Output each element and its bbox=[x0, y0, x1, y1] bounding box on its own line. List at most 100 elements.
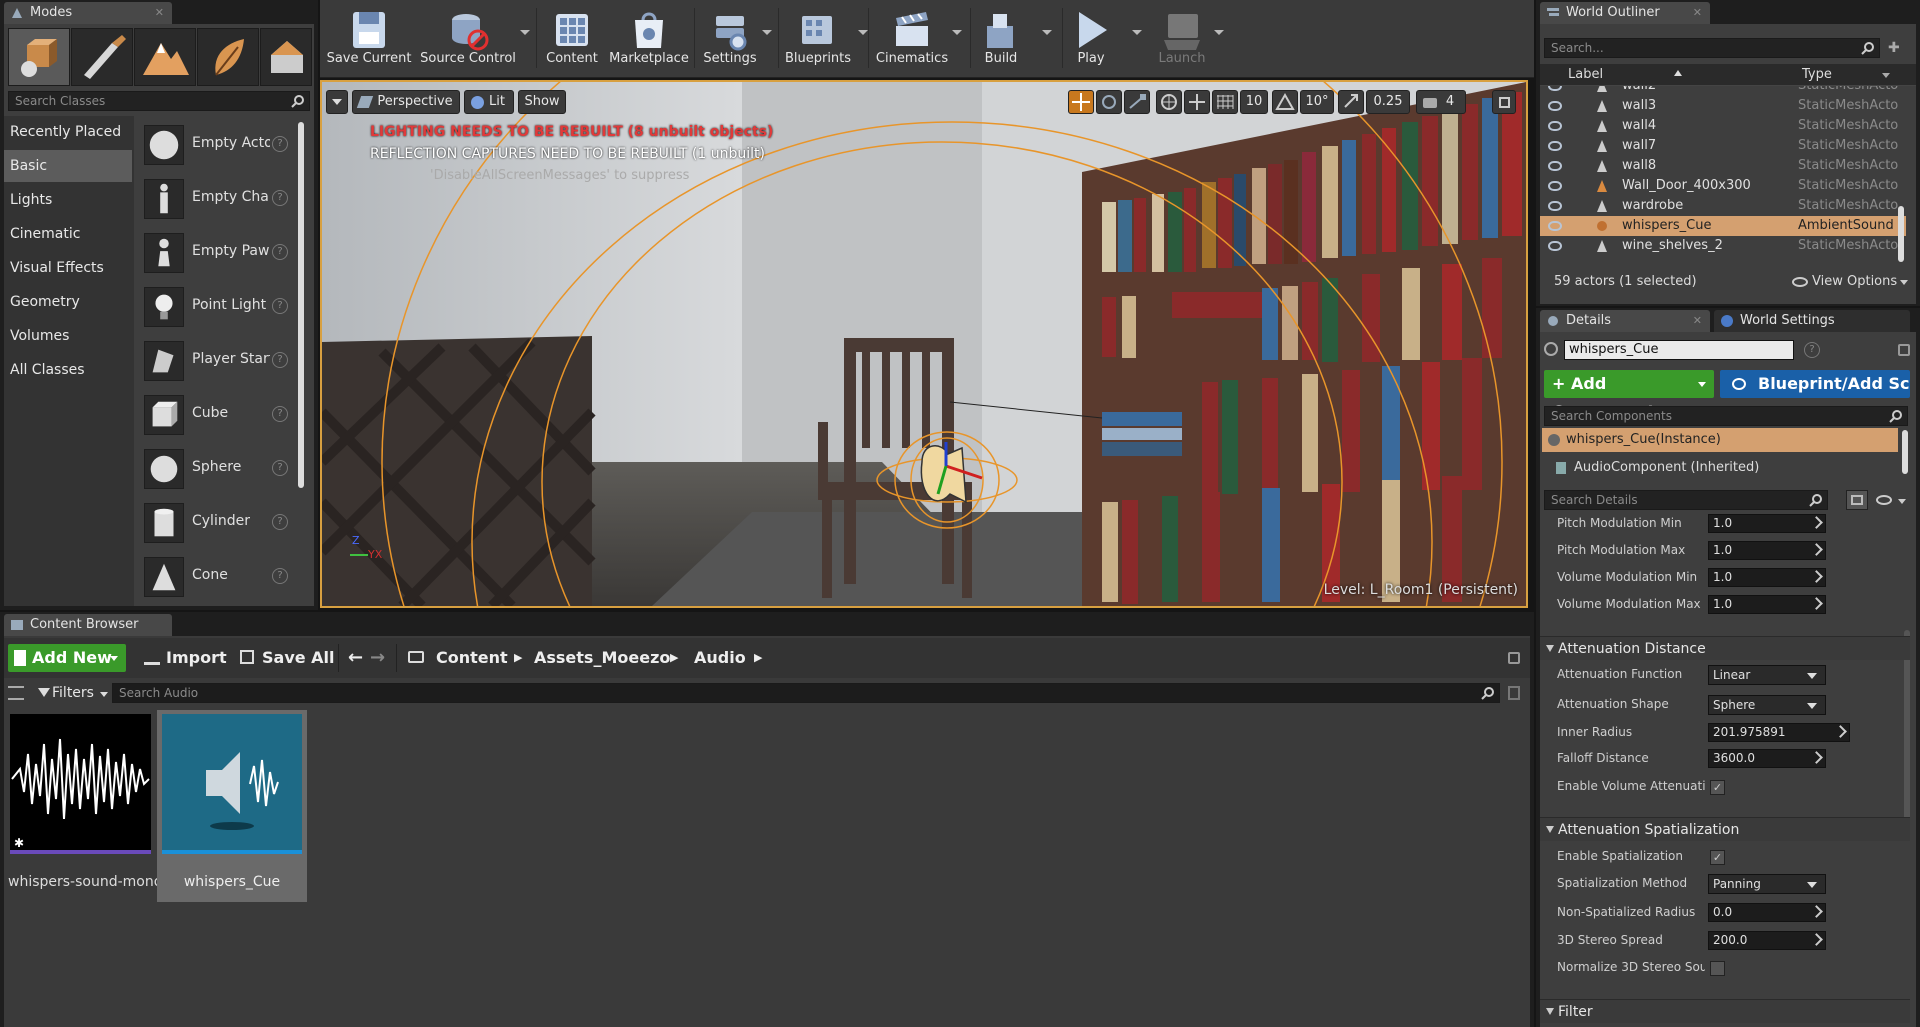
place-item-cylinder[interactable]: Cylinder? bbox=[140, 498, 290, 548]
modes-tab[interactable]: Modes ✕ bbox=[4, 2, 172, 24]
blueprints-button[interactable]: Blueprints bbox=[782, 0, 868, 74]
launch-button[interactable]: Launch bbox=[1150, 0, 1224, 74]
view-options-button[interactable]: View Options bbox=[1790, 274, 1908, 289]
drag-arrow-icon[interactable] bbox=[1810, 597, 1823, 610]
search-classes-input[interactable]: Search Classes bbox=[8, 91, 310, 111]
back-arrow-icon[interactable]: ← bbox=[348, 643, 363, 673]
rotate-tool-button[interactable] bbox=[1096, 90, 1122, 114]
camera-speed-button[interactable]: 4 bbox=[1416, 90, 1466, 114]
outliner-row[interactable]: wardrobe StaticMeshActor bbox=[1540, 196, 1906, 216]
dropdown-arrow-icon[interactable] bbox=[952, 30, 962, 35]
drag-arrow-icon[interactable] bbox=[1810, 516, 1823, 529]
property-matrix-button[interactable] bbox=[1846, 490, 1868, 510]
falloff-distance-field[interactable]: 3600.0 bbox=[1708, 749, 1826, 768]
attenuation-function-dropdown[interactable]: Linear bbox=[1708, 665, 1826, 685]
category-lights[interactable]: Lights bbox=[4, 184, 132, 216]
eye-icon[interactable] bbox=[1548, 181, 1562, 191]
help-icon[interactable]: ? bbox=[272, 298, 288, 314]
scale-tool-button[interactable] bbox=[1124, 90, 1150, 114]
category-cinematic[interactable]: Cinematic bbox=[4, 218, 132, 250]
category-recently-placed[interactable]: Recently Placed bbox=[4, 116, 132, 148]
dropdown-arrow-icon[interactable] bbox=[1042, 30, 1052, 35]
add-component-button[interactable]: + Add Component bbox=[1544, 370, 1714, 421]
asset-tile-whispers-sound-mono[interactable]: ✱ whispers-sound-mono bbox=[8, 712, 162, 902]
viewport-options-button[interactable] bbox=[326, 90, 348, 114]
attenuation-spatialization-section[interactable]: Attenuation Spatialization bbox=[1540, 817, 1910, 841]
spatialization-method-dropdown[interactable]: Panning bbox=[1708, 874, 1826, 894]
help-icon[interactable]: ? bbox=[272, 514, 288, 530]
volume-modulation-max-field[interactable]: 1.0 bbox=[1708, 595, 1826, 614]
search-components-input[interactable]: Search Components bbox=[1544, 406, 1908, 426]
help-icon[interactable]: ? bbox=[272, 352, 288, 368]
attenuation-shape-dropdown[interactable]: Sphere bbox=[1708, 695, 1826, 715]
help-icon[interactable]: ? bbox=[1804, 342, 1820, 358]
outliner-row[interactable]: wall7 StaticMeshActor bbox=[1540, 136, 1906, 156]
add-new-button[interactable]: Add New bbox=[8, 644, 126, 672]
enable-spatialization-checkbox[interactable]: ✓ bbox=[1710, 850, 1725, 865]
mode-geometry-button[interactable] bbox=[260, 28, 312, 86]
dropdown-arrow-icon[interactable] bbox=[762, 30, 772, 35]
place-item-cube[interactable]: Cube? bbox=[140, 390, 290, 440]
lit-button[interactable]: Lit bbox=[464, 90, 514, 114]
sources-toggle-icon[interactable] bbox=[8, 686, 24, 700]
stereo-spread-field[interactable]: 200.0 bbox=[1708, 931, 1826, 950]
help-icon[interactable]: ? bbox=[272, 190, 288, 206]
mode-paint-button[interactable] bbox=[71, 28, 133, 86]
place-item-empty-character[interactable]: Empty Character? bbox=[140, 174, 290, 224]
help-icon[interactable]: ? bbox=[272, 406, 288, 422]
breadcrumb-assets[interactable]: Assets_Moeezo bbox=[534, 643, 670, 673]
content-button[interactable]: Content bbox=[540, 0, 604, 74]
build-button[interactable]: Build bbox=[974, 0, 1052, 74]
outliner-row[interactable]: wall3 StaticMeshActor bbox=[1540, 96, 1906, 116]
lock-icon[interactable] bbox=[1898, 344, 1910, 356]
place-item-point-light[interactable]: Point Light? bbox=[140, 282, 290, 332]
dropdown-arrow-icon[interactable] bbox=[858, 30, 868, 35]
outliner-scrollbar[interactable] bbox=[1898, 206, 1904, 262]
place-item-empty-pawn[interactable]: Empty Pawn? bbox=[140, 228, 290, 278]
dropdown-arrow-icon[interactable] bbox=[1214, 30, 1224, 35]
component-row-selected[interactable]: whispers_Cue(Instance) bbox=[1542, 428, 1898, 452]
grid-snap-button[interactable] bbox=[1212, 90, 1238, 114]
drag-arrow-icon[interactable] bbox=[1810, 933, 1823, 946]
save-current-button[interactable]: Save Current bbox=[324, 0, 414, 74]
lock-icon[interactable] bbox=[1508, 652, 1520, 664]
eye-icon[interactable] bbox=[1548, 86, 1562, 91]
eye-icon[interactable] bbox=[1548, 221, 1562, 231]
attenuation-distance-section[interactable]: Attenuation Distance bbox=[1540, 636, 1910, 660]
search-details-input[interactable]: Search Details bbox=[1544, 490, 1828, 510]
cinematics-button[interactable]: Cinematics bbox=[872, 0, 962, 74]
eye-icon[interactable] bbox=[1548, 101, 1562, 111]
drag-arrow-icon[interactable] bbox=[1810, 905, 1823, 918]
outliner-row[interactable]: wall4 StaticMeshActor bbox=[1540, 116, 1906, 136]
asset-tile-whispers-cue[interactable]: whispers_Cue bbox=[157, 710, 307, 902]
actor-name-input[interactable]: whispers_Cue bbox=[1564, 340, 1794, 360]
source-control-button[interactable]: Source Control bbox=[418, 0, 530, 74]
outliner-search-input[interactable]: Search... bbox=[1544, 38, 1880, 58]
outliner-row[interactable]: Wall_Door_400x300 StaticMeshActor bbox=[1540, 176, 1906, 196]
filter-section[interactable]: Filter bbox=[1540, 999, 1910, 1023]
drag-arrow-icon[interactable] bbox=[1810, 570, 1823, 583]
scale-snap-button[interactable] bbox=[1338, 90, 1364, 114]
category-visual-effects[interactable]: Visual Effects bbox=[4, 252, 132, 284]
visibility-filter-button[interactable] bbox=[1874, 492, 1908, 510]
sort-arrow-icon[interactable] bbox=[1674, 70, 1682, 76]
outliner-row[interactable]: wine_shelves_2 StaticMeshActor bbox=[1540, 236, 1906, 256]
eye-icon[interactable] bbox=[1548, 141, 1562, 151]
close-icon[interactable]: ✕ bbox=[1693, 310, 1702, 332]
chevron-down-icon[interactable] bbox=[1882, 73, 1890, 78]
category-volumes[interactable]: Volumes bbox=[4, 320, 132, 352]
dropdown-arrow-icon[interactable] bbox=[520, 30, 530, 35]
perspective-button[interactable]: Perspective bbox=[352, 90, 460, 114]
components-scrollbar[interactable] bbox=[1902, 430, 1908, 474]
mode-place-button[interactable] bbox=[8, 28, 70, 86]
eye-icon[interactable] bbox=[1548, 241, 1562, 251]
place-item-player-start[interactable]: Player Start? bbox=[140, 336, 290, 386]
content-browser-tab[interactable]: Content Browser bbox=[4, 614, 172, 636]
place-item-sphere[interactable]: Sphere? bbox=[140, 444, 290, 494]
breadcrumb-audio[interactable]: Audio bbox=[694, 643, 746, 673]
search-audio-input[interactable]: Search Audio bbox=[112, 683, 1500, 703]
category-all-classes[interactable]: All Classes bbox=[4, 354, 132, 386]
pitch-modulation-max-field[interactable]: 1.0 bbox=[1708, 541, 1826, 560]
volume-modulation-min-field[interactable]: 1.0 bbox=[1708, 568, 1826, 587]
dropdown-arrow-icon[interactable] bbox=[1132, 30, 1142, 35]
